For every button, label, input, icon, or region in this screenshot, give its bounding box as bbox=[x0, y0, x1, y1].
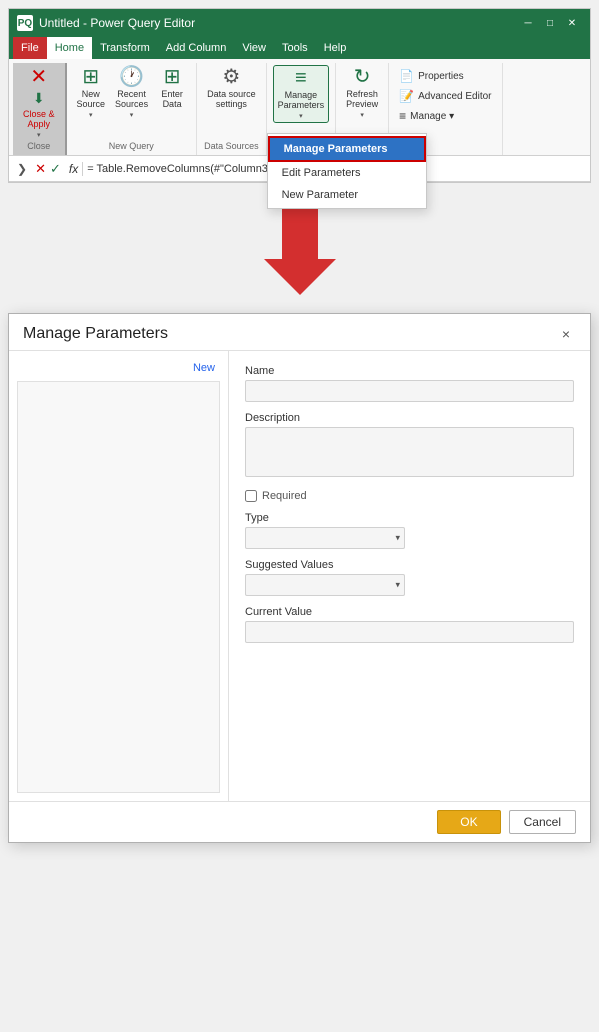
manage-params-dropdown: Manage Parameters Edit Parameters New Pa… bbox=[267, 133, 427, 209]
type-select[interactable]: Text Number Date DateTime DateTimeZone D… bbox=[245, 527, 405, 549]
app-icon: PQ bbox=[17, 15, 33, 31]
dialog-new-button[interactable]: New bbox=[188, 359, 220, 377]
close-apply-arrow: ▾ bbox=[37, 131, 41, 139]
new-source-arrow: ▾ bbox=[89, 111, 93, 119]
dialog-title: Manage Parameters bbox=[23, 325, 168, 343]
required-row: Required bbox=[245, 490, 574, 502]
minimize-button[interactable]: ─ bbox=[518, 13, 538, 33]
manage-icon: ≡ bbox=[399, 109, 406, 123]
required-checkbox[interactable] bbox=[245, 490, 257, 502]
manage-parameters-icon: ≡ bbox=[295, 68, 307, 88]
ribbon-group-data-sources: ⚙ Data sourcesettings Data Sources bbox=[197, 63, 267, 155]
ribbon-group-new-query-label: New Query bbox=[73, 141, 191, 153]
dialog-title-bar: Manage Parameters × bbox=[9, 314, 590, 351]
dialog-overlay: Manage Parameters × New Name Descript bbox=[0, 305, 599, 851]
manage-parameters-menu-item[interactable]: Manage Parameters bbox=[268, 136, 426, 162]
type-select-wrapper: Text Number Date DateTime DateTimeZone D… bbox=[245, 527, 405, 549]
nav-prev-button[interactable]: ❯ bbox=[13, 162, 31, 176]
menu-add-column[interactable]: Add Column bbox=[158, 37, 235, 59]
refresh-arrow: ▾ bbox=[360, 111, 364, 119]
manage-parameters-button[interactable]: ≡ ManageParameters ▾ bbox=[273, 65, 330, 123]
ribbon-group-data-sources-label: Data Sources bbox=[203, 141, 260, 153]
ribbon-group-new-query: ⊞ NewSource ▾ 🕐 RecentSources ▾ ⊞ EnterD… bbox=[67, 63, 198, 155]
ribbon: ✕⬇ Close & Apply ▾ Close ⊞ NewSource ▾ 🕐… bbox=[9, 59, 590, 156]
description-field: Description bbox=[245, 412, 574, 480]
enter-data-icon: ⊞ bbox=[164, 67, 181, 87]
ribbon-group-manage-params: ≡ ManageParameters ▾ Manage Parameters E… bbox=[267, 63, 337, 155]
edit-parameters-menu-item[interactable]: Edit Parameters bbox=[268, 162, 426, 184]
suggested-values-field: Suggested Values Any value List of value… bbox=[245, 559, 574, 596]
data-source-settings-button[interactable]: ⚙ Data sourcesettings bbox=[203, 65, 260, 111]
dialog-close-button[interactable]: × bbox=[556, 324, 576, 344]
recent-sources-arrow: ▾ bbox=[130, 111, 134, 119]
dialog-right-panel: Name Description Required Type bbox=[229, 351, 590, 801]
manage-button[interactable]: ≡ Manage ▾ bbox=[395, 107, 458, 125]
type-field: Type Text Number Date DateTime DateTimeZ… bbox=[245, 512, 574, 549]
menu-transform[interactable]: Transform bbox=[92, 37, 158, 59]
window-close-button[interactable]: ✕ bbox=[562, 13, 582, 33]
recent-sources-icon: 🕐 bbox=[119, 67, 144, 87]
menu-view[interactable]: View bbox=[234, 37, 274, 59]
menu-home[interactable]: Home bbox=[47, 37, 92, 59]
title-bar: PQ Untitled - Power Query Editor ─ □ ✕ bbox=[9, 9, 590, 37]
suggested-values-select-wrapper: Any value List of values Query bbox=[245, 574, 405, 596]
ok-button[interactable]: OK bbox=[437, 810, 500, 834]
new-source-button[interactable]: ⊞ NewSource ▾ bbox=[73, 65, 110, 121]
maximize-button[interactable]: □ bbox=[540, 13, 560, 33]
title-text: Untitled - Power Query Editor bbox=[39, 16, 195, 30]
arrow-head bbox=[264, 259, 336, 295]
name-input[interactable] bbox=[245, 380, 574, 402]
refresh-preview-icon: ↻ bbox=[354, 67, 371, 87]
manage-params-arrow: ▾ bbox=[299, 112, 303, 120]
formula-confirm-button[interactable]: ✓ bbox=[50, 161, 61, 177]
new-parameter-menu-item[interactable]: New Parameter bbox=[268, 184, 426, 206]
enter-data-button[interactable]: ⊞ EnterData bbox=[154, 65, 190, 111]
dialog-footer: OK Cancel bbox=[9, 801, 590, 842]
name-label: Name bbox=[245, 365, 574, 377]
suggested-values-label: Suggested Values bbox=[245, 559, 574, 571]
dialog-body: New Name Description R bbox=[9, 351, 590, 801]
dialog-left-panel: New bbox=[9, 351, 229, 801]
menu-tools[interactable]: Tools bbox=[274, 37, 316, 59]
name-field: Name bbox=[245, 365, 574, 402]
properties-button[interactable]: 📄 Properties bbox=[395, 67, 468, 85]
power-query-editor: PQ Untitled - Power Query Editor ─ □ ✕ F… bbox=[8, 8, 591, 183]
close-apply-button[interactable]: ✕⬇ Close & Apply ▾ bbox=[19, 65, 59, 141]
ribbon-group-close: ✕⬇ Close & Apply ▾ Close bbox=[13, 63, 67, 155]
manage-parameters-dialog: Manage Parameters × New Name Descript bbox=[8, 313, 591, 843]
type-label: Type bbox=[245, 512, 574, 524]
window-controls: ─ □ ✕ bbox=[518, 13, 582, 33]
refresh-preview-button[interactable]: ↻ RefreshPreview ▾ bbox=[342, 65, 382, 121]
menu-bar: File Home Transform Add Column View Tool… bbox=[9, 37, 590, 59]
properties-icon: 📄 bbox=[399, 69, 414, 83]
cancel-button[interactable]: Cancel bbox=[509, 810, 576, 834]
ribbon-group-close-label: Close bbox=[19, 141, 59, 153]
data-source-settings-icon: ⚙ bbox=[222, 67, 240, 87]
advanced-editor-icon: 📝 bbox=[399, 89, 414, 103]
current-value-input[interactable] bbox=[245, 621, 574, 643]
close-apply-icon: ✕⬇ bbox=[30, 67, 47, 107]
current-value-field: Current Value bbox=[245, 606, 574, 643]
formula-cancel-button[interactable]: ✕ bbox=[35, 161, 46, 177]
required-label: Required bbox=[262, 490, 307, 502]
down-arrow bbox=[264, 209, 336, 295]
current-value-label: Current Value bbox=[245, 606, 574, 618]
new-source-icon: ⊞ bbox=[82, 67, 99, 87]
advanced-editor-button[interactable]: 📝 Advanced Editor bbox=[395, 87, 495, 105]
arrow-shaft bbox=[282, 209, 318, 259]
menu-file[interactable]: File bbox=[13, 37, 47, 59]
parameter-list bbox=[17, 381, 220, 793]
description-input[interactable] bbox=[245, 427, 574, 477]
fx-label: fx bbox=[65, 162, 83, 176]
menu-help[interactable]: Help bbox=[316, 37, 355, 59]
recent-sources-button[interactable]: 🕐 RecentSources ▾ bbox=[111, 65, 152, 121]
description-label: Description bbox=[245, 412, 574, 424]
suggested-values-select[interactable]: Any value List of values Query bbox=[245, 574, 405, 596]
